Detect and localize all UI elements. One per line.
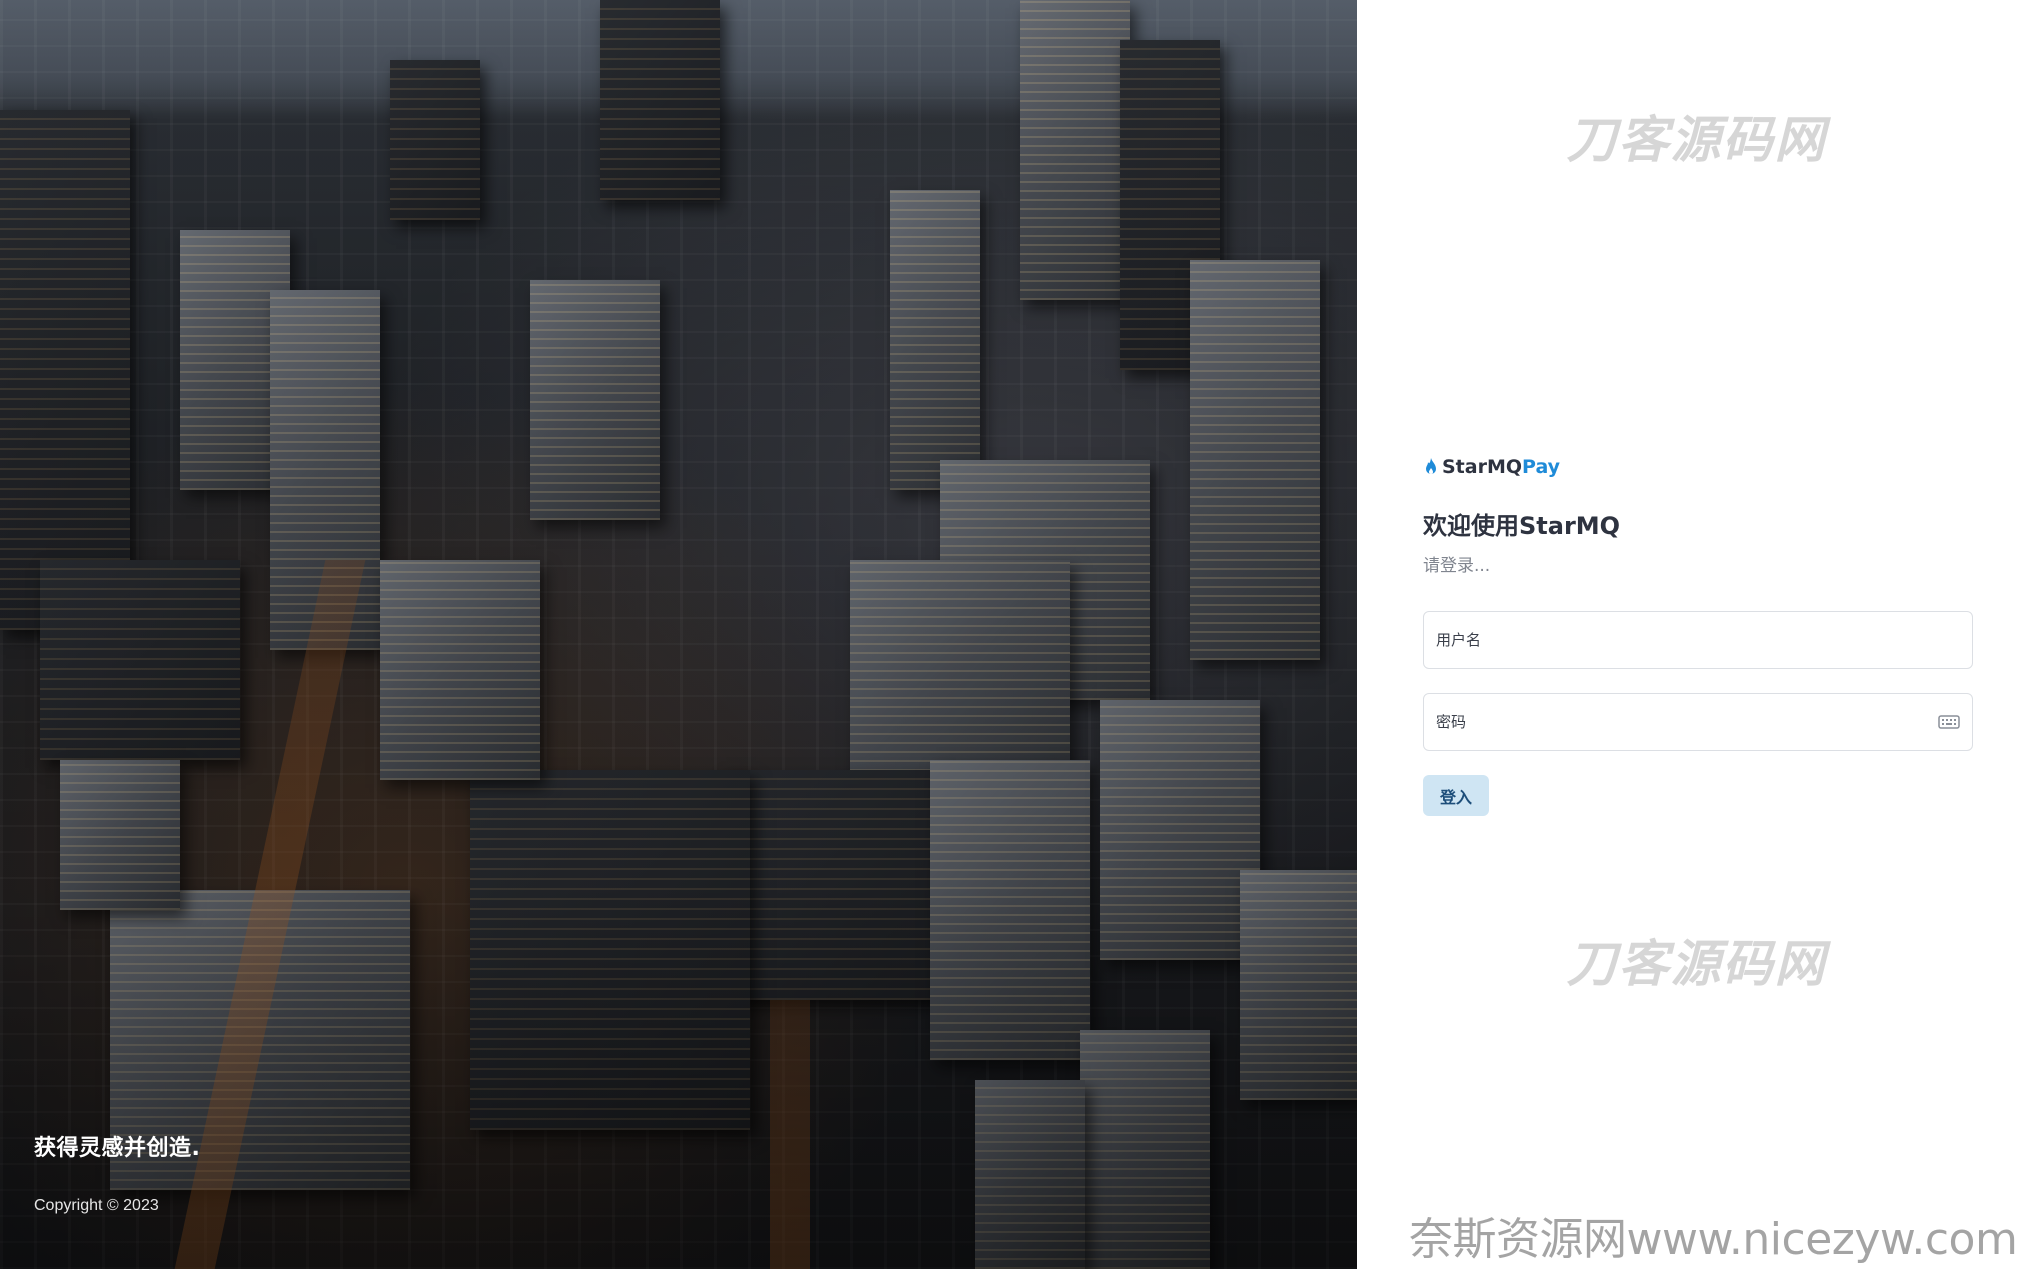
keyboard-icon[interactable] <box>1938 713 1960 731</box>
brand-logo: StarMQ Pay <box>1423 453 1973 481</box>
login-form: StarMQ Pay 欢迎使用StarMQ 请登录... 用户名 登入 <box>1423 453 1973 816</box>
login-subtitle: 请登录... <box>1423 556 1491 576</box>
hero-tagline: 获得灵感并创造. <box>34 1136 201 1161</box>
hero-city-image: 获得灵感并创造. Copyright © 2023 <box>0 0 1357 1269</box>
username-input[interactable] <box>1424 612 1972 668</box>
login-button[interactable]: 登入 <box>1423 775 1489 816</box>
flame-icon <box>1426 458 1436 474</box>
username-field-wrapper <box>1423 611 1973 669</box>
welcome-heading: 欢迎使用StarMQ <box>1423 512 1621 540</box>
watermark-text: 刀客源码网 <box>1566 935 1827 993</box>
hero-copyright: Copyright © 2023 <box>34 1197 159 1214</box>
password-field-wrapper <box>1423 693 1973 751</box>
password-input[interactable] <box>1424 694 1972 750</box>
brand-suffix: Pay <box>1522 456 1561 478</box>
login-page: 获得灵感并创造. Copyright © 2023 刀客源码网 刀客源码网 St… <box>0 0 2036 1269</box>
login-panel: 刀客源码网 刀客源码网 StarMQPay 欢迎使用StarMQ 请登录... <box>1357 0 2036 1269</box>
brand-name: StarMQ <box>1442 456 1523 478</box>
watermark-text: 刀客源码网 <box>1566 111 1827 169</box>
site-watermark-text: 奈斯资源网www.nicezyw.com <box>1409 1214 2018 1265</box>
